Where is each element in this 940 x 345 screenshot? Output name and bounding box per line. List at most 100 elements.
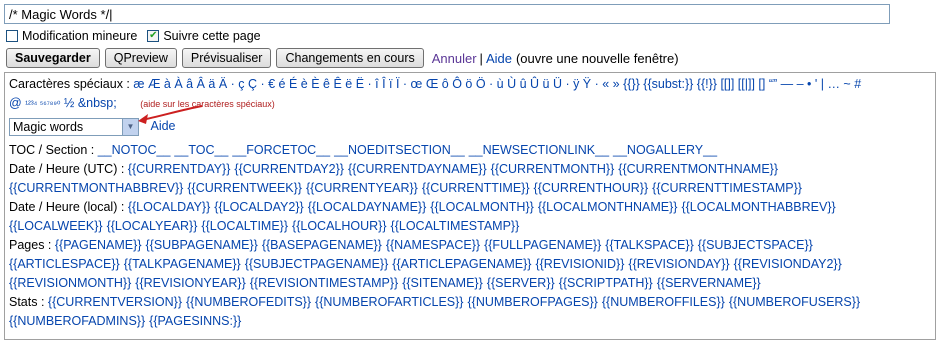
magic-word-link[interactable]: __NOGALLERY__ (613, 143, 717, 157)
summary-input[interactable] (4, 4, 890, 24)
pages-links-2: {{ARTICLESPACE}} {{TALKPAGENAME}} {{SUBJEC… (9, 257, 846, 271)
magic-word-link[interactable]: __FORCETOC__ (232, 143, 330, 157)
magic-word-link[interactable]: {{LOCALTIMESTAMP}} (391, 219, 520, 233)
magic-word-link[interactable]: {{CURRENTHOUR}} (534, 181, 649, 195)
local-row-2: {{LOCALWEEK}} {{LOCALYEAR}} {{LOCALTIME}} {… (9, 217, 931, 236)
stats-links-2: {{NUMBEROFADMINS}} {{PAGESINNS:}} (9, 314, 245, 328)
show-changes-button[interactable]: Changements en cours (276, 48, 424, 68)
watch-page-option[interactable]: ✔ Suivre cette page (147, 29, 261, 43)
magic-word-link[interactable]: __NOEDITSECTION__ (334, 143, 465, 157)
magic-word-link[interactable]: {{REVISIONDAY2}} (734, 257, 842, 271)
magic-word-link[interactable]: {{SERVER}} (487, 276, 555, 290)
magic-word-link[interactable]: {{ARTICLEPAGENAME}} (392, 257, 531, 271)
local-links: {{LOCALDAY}} {{LOCALDAY2}} {{LOCALDAYNAME}… (128, 200, 840, 214)
help-note: (ouvre une nouvelle fenêtre) (515, 50, 679, 66)
magic-word-link[interactable]: {{FULLPAGENAME}} (484, 238, 601, 252)
magic-word-link[interactable]: {{TALKSPACE}} (605, 238, 693, 252)
toc-row: TOC / Section : __NOTOC__ __TOC__ __FORCET… (9, 141, 931, 160)
magic-word-link[interactable]: {{NUMBEROFFILES}} (602, 295, 725, 309)
cancel-link[interactable]: Annuler (432, 51, 477, 66)
magic-word-link[interactable]: {{LOCALDAY}} (128, 200, 210, 214)
magic-word-link[interactable]: __NEWSECTIONLINK__ (469, 143, 609, 157)
magic-word-link[interactable]: {{NAMESPACE}} (386, 238, 480, 252)
edittools-select[interactable]: Magic words ▼ (9, 117, 139, 136)
magic-word-link[interactable]: {{SUBJECTSPACE}} (698, 238, 813, 252)
edittools-select-value: Magic words (13, 119, 84, 134)
utc-links-2: {{CURRENTMONTHABBREV}} {{CURRENTWEEK}} {{C… (9, 181, 806, 195)
magic-word-link[interactable]: {{CURRENTMONTHNAME}} (618, 162, 778, 176)
magic-word-link[interactable]: {{REVISIONTIMESTAMP}} (250, 276, 398, 290)
magic-word-link[interactable]: __NOTOC__ (98, 143, 171, 157)
superscript-chars[interactable]: ¹²³⁴ ⁵⁶⁷⁸⁹⁰ (25, 99, 60, 109)
magic-word-link[interactable]: {{TALKPAGENAME}} (124, 257, 241, 271)
at-char[interactable]: @ (9, 96, 22, 110)
magic-word-link[interactable]: {{SUBJECTPAGENAME}} (245, 257, 389, 271)
edit-options: Modification mineure ✔ Suivre cette page (6, 27, 271, 45)
magic-word-link[interactable]: {{NUMBEROFEDITS}} (186, 295, 311, 309)
magic-word-link[interactable]: {{CURRENTMONTHABBREV}} (9, 181, 183, 195)
stats-links: {{CURRENTVERSION}} {{NUMBEROFEDITS}} {{NUM… (48, 295, 864, 309)
watch-page-checkbox[interactable]: ✔ (147, 30, 160, 42)
magic-word-link[interactable]: {{LOCALMONTH}} (430, 200, 534, 214)
minor-edit-label: Modification mineure (22, 29, 138, 43)
magic-word-link[interactable]: {{LOCALDAYNAME}} (308, 200, 427, 214)
utc-links: {{CURRENTDAY}} {{CURRENTDAY2}} {{CURRENTDA… (128, 162, 782, 176)
magic-word-link[interactable]: {{REVISIONMONTH}} (9, 276, 131, 290)
pages-links: {{PAGENAME}} {{SUBPAGENAME}} {{BASEPAGENAM… (55, 238, 817, 252)
magic-word-link[interactable]: {{SUBPAGENAME}} (146, 238, 258, 252)
magic-word-link[interactable]: {{LOCALHOUR}} (292, 219, 387, 233)
magic-word-link[interactable]: {{SERVERNAME}} (657, 276, 761, 290)
magic-word-link[interactable]: {{PAGENAME}} (55, 238, 142, 252)
magic-word-link[interactable]: {{CURRENTDAY2}} (234, 162, 344, 176)
magic-word-link[interactable]: {{CURRENTTIME}} (422, 181, 530, 195)
minor-edit-option[interactable]: Modification mineure (6, 29, 137, 43)
qpreview-button[interactable]: QPreview (104, 48, 177, 68)
magic-word-link[interactable]: {{ARTICLESPACE}} (9, 257, 120, 271)
magic-word-link[interactable]: {{BASEPAGENAME}} (262, 238, 382, 252)
toc-links: __NOTOC__ __TOC__ __FORCETOC__ __NOEDITSECT… (98, 143, 721, 157)
magic-word-link[interactable]: {{LOCALTIME}} (201, 219, 288, 233)
magic-word-link[interactable]: {{LOCALYEAR}} (107, 219, 198, 233)
magic-word-link[interactable]: {{LOCALDAY2}} (214, 200, 303, 214)
magic-word-link[interactable]: {{LOCALWEEK}} (9, 219, 103, 233)
magic-word-link[interactable]: {{REVISIONID}} (535, 257, 624, 271)
minor-edit-checkbox[interactable] (6, 30, 18, 42)
magic-word-link[interactable]: {{REVISIONYEAR}} (135, 276, 245, 290)
preview-button[interactable]: Prévisualiser (181, 48, 272, 68)
magic-word-link[interactable]: __TOC__ (174, 143, 228, 157)
magic-word-link[interactable]: {{LOCALMONTHABBREV}} (681, 200, 835, 214)
special-chars-label: Caractères spéciaux : (9, 77, 130, 91)
watch-page-label: Suivre cette page (163, 29, 261, 43)
annotation-arrow-icon (138, 105, 203, 124)
magic-word-link[interactable]: {{NUMBEROFPAGES}} (467, 295, 597, 309)
magic-word-link[interactable]: {{CURRENTYEAR}} (306, 181, 418, 195)
edit-buttons: Sauvegarder QPreview Prévisualiser Chang… (6, 47, 679, 69)
magic-word-link[interactable]: {{LOCALMONTHNAME}} (538, 200, 678, 214)
magic-word-link[interactable]: {{REVISIONDAY}} (628, 257, 729, 271)
utc-row-2: {{CURRENTMONTHABBREV}} {{CURRENTWEEK}} {{C… (9, 179, 931, 198)
magic-word-link[interactable]: {{SITENAME}} (402, 276, 483, 290)
magic-word-link[interactable]: {{CURRENTMONTH}} (491, 162, 615, 176)
stats-row-2: {{NUMBEROFADMINS}} {{PAGESINNS:}} (9, 312, 931, 331)
help-link[interactable]: Aide (486, 51, 512, 66)
magic-word-link[interactable]: {{CURRENTWEEK}} (187, 181, 302, 195)
magic-word-link[interactable]: {{CURRENTDAY}} (128, 162, 231, 176)
save-button[interactable]: Sauvegarder (6, 48, 100, 68)
magic-word-link[interactable]: {{NUMBEROFADMINS}} (9, 314, 145, 328)
local-links-2: {{LOCALWEEK}} {{LOCALYEAR}} {{LOCALTIME}} {… (9, 219, 523, 233)
magic-word-link[interactable]: {{SCRIPTPATH}} (559, 276, 653, 290)
magic-word-link[interactable]: {{CURRENTTIMESTAMP}} (652, 181, 802, 195)
magic-word-link[interactable]: {{CURRENTDAYNAME}} (348, 162, 487, 176)
special-chars-list[interactable]: æ Æ à À â Â ä Ä · ç Ç · € é É è È ê Ê ë … (133, 77, 861, 91)
special-chars-extra[interactable]: ½ &nbsp; (64, 96, 117, 110)
magic-word-link[interactable]: {{NUMBEROFARTICLES}} (315, 295, 463, 309)
pages-row-2: {{ARTICLESPACE}} {{TALKPAGENAME}} {{SUBJEC… (9, 255, 931, 274)
magic-word-link[interactable]: {{PAGESINNS:}} (149, 314, 241, 328)
stats-row: Stats : {{CURRENTVERSION}} {{NUMBEROFEDIT… (9, 293, 931, 312)
magic-word-link[interactable]: {{NUMBEROFUSERS}} (729, 295, 860, 309)
local-label: Date / Heure (local) : (9, 200, 125, 214)
magic-word-link[interactable]: {{CURRENTVERSION}} (48, 295, 182, 309)
pages-row-3: {{REVISIONMONTH}} {{REVISIONYEAR}} {{REVIS… (9, 274, 931, 293)
pages-row: Pages : {{PAGENAME}} {{SUBPAGENAME}} {{BAS… (9, 236, 931, 255)
toc-label: TOC / Section : (9, 143, 95, 157)
